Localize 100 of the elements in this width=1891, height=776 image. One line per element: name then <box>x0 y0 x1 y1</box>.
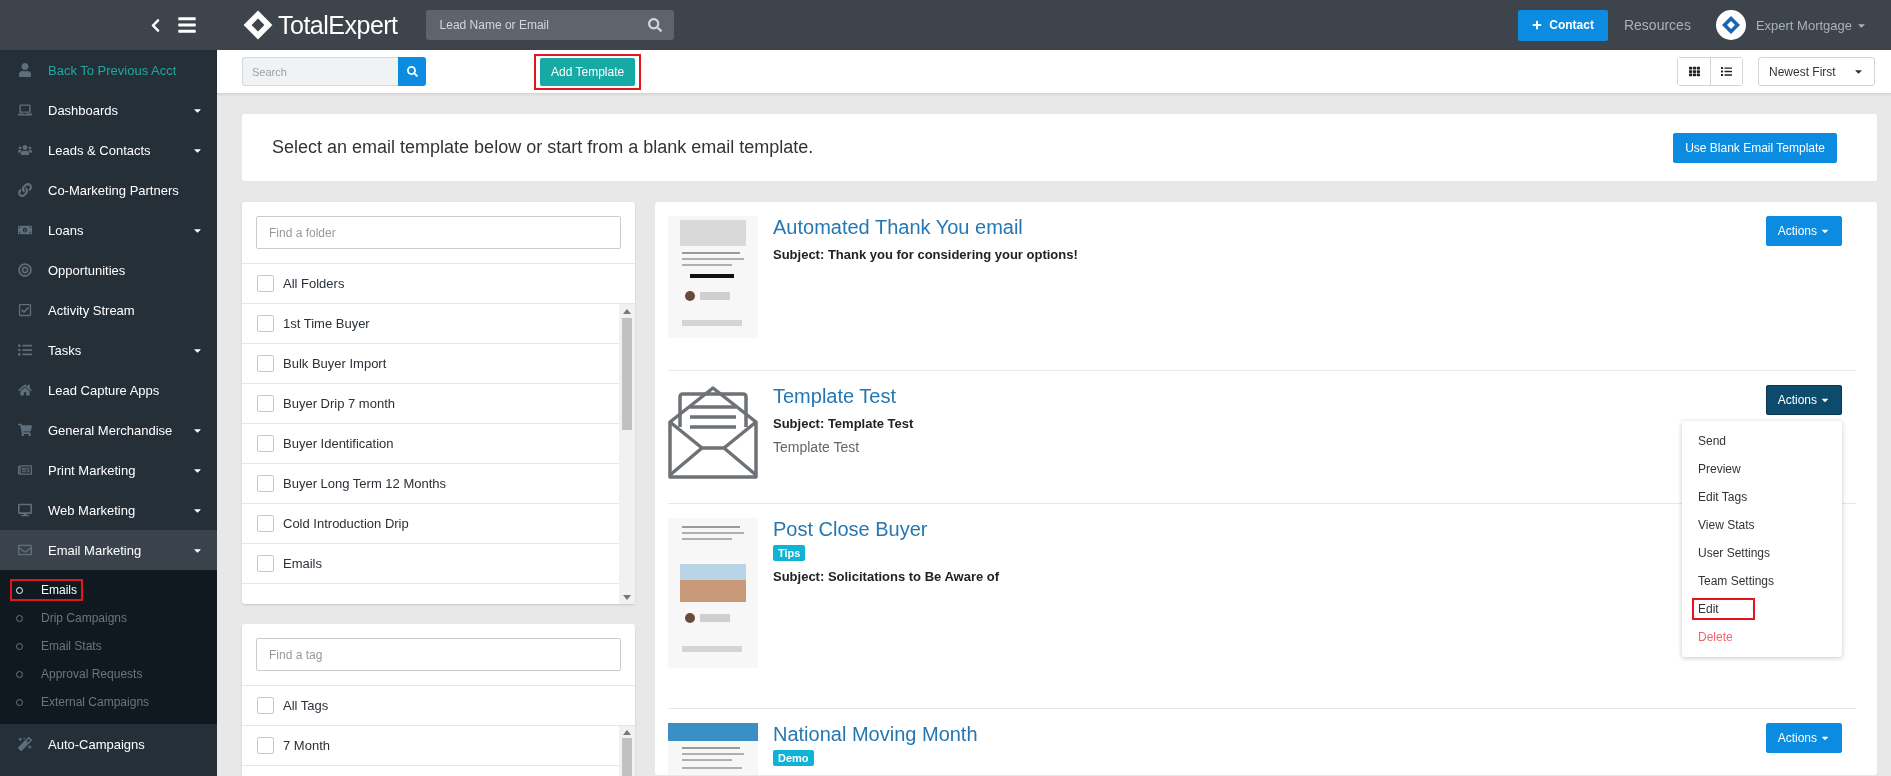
sidebar-item[interactable]: Web Marketing <box>0 490 217 530</box>
sidebar-item[interactable]: Dashboards <box>0 90 217 130</box>
filter-search-field[interactable]: Find a folder <box>256 216 621 249</box>
option-label: Buyer Long Term 12 Months <box>283 476 447 491</box>
folder-option[interactable]: Emails <box>242 544 619 584</box>
option-label: All Tags <box>283 698 329 713</box>
folder-option[interactable]: Buyer Long Term 12 Months <box>242 464 619 504</box>
scroll-down-icon[interactable] <box>623 594 631 600</box>
checkbox[interactable] <box>257 515 274 532</box>
menu-item[interactable]: View Stats <box>1698 518 1755 532</box>
actions-button[interactable]: Actions <box>1765 723 1842 753</box>
template-subject: Subject: Solicitations to Be Aware of <box>773 569 1000 584</box>
tag-label: Tips <box>773 545 806 561</box>
folder-option[interactable]: Buyer Identification <box>242 424 619 464</box>
option-label: 1st Time Buyer <box>283 316 370 331</box>
template-description: Template Test <box>773 439 860 455</box>
checkbox[interactable] <box>257 395 274 412</box>
sidebar-item[interactable]: Tasks <box>0 330 217 370</box>
resources-link[interactable]: Resources <box>1623 17 1691 33</box>
diamond-logo-icon <box>242 9 274 41</box>
menu-item[interactable]: Send <box>1698 434 1727 448</box>
account-menu[interactable]: Expert Mortgage <box>1755 17 1867 33</box>
option-label: 7 Month <box>283 738 330 753</box>
checkbox[interactable] <box>257 555 274 572</box>
scrollbar-thumb[interactable] <box>622 318 632 430</box>
back-link[interactable]: Back To Previous Acct <box>0 50 217 90</box>
sidebar-item[interactable]: Lead Capture Apps <box>0 370 217 410</box>
diamond-logo-icon <box>1720 15 1741 35</box>
contact-button[interactable]: Contact <box>1518 9 1608 41</box>
option-label: Buyer Drip 7 month <box>283 396 395 411</box>
account-avatar[interactable] <box>1715 10 1746 40</box>
laptop-icon <box>18 103 32 117</box>
scroll-up-icon[interactable] <box>623 729 631 735</box>
menu-item[interactable]: Edit Tags <box>1698 490 1748 504</box>
folder-option[interactable]: 1st Time Buyer <box>242 304 619 344</box>
sidebar-item[interactable]: Print Marketing <box>0 450 217 490</box>
checkbox[interactable] <box>257 697 274 714</box>
scroll-up-icon[interactable] <box>623 308 631 314</box>
search-field[interactable]: Search <box>242 57 398 86</box>
newspaper-icon <box>18 463 32 477</box>
template-subject: Subject: Template Test <box>773 416 914 431</box>
target-icon <box>18 263 32 277</box>
list-icon <box>1721 66 1732 77</box>
scrollbar[interactable] <box>619 304 635 604</box>
grid-icon <box>1688 66 1700 77</box>
template-title[interactable]: Post Close Buyer <box>773 518 928 541</box>
checkbox[interactable] <box>257 475 274 492</box>
sidebar-item[interactable]: Opportunities <box>0 250 217 290</box>
sort-dropdown[interactable]: Newest First <box>1758 57 1875 86</box>
template-subject: Subject: Thank you for considering your options! <box>773 247 1078 262</box>
submenu-item[interactable]: Email Stats <box>16 639 102 653</box>
option-label: Bulk Buyer Import <box>283 356 387 371</box>
blank-template-button[interactable]: Use Blank Email Template <box>1673 132 1837 163</box>
folder-option[interactable]: Cold Introduction Drip <box>242 504 619 544</box>
checkbox[interactable] <box>257 737 274 754</box>
sidebar-item[interactable]: General Merchandise <box>0 410 217 450</box>
global-search-field[interactable]: Lead Name or Email <box>425 10 674 40</box>
search-icon <box>406 66 418 77</box>
option-label: Buyer Identification <box>283 436 394 451</box>
folder-option[interactable]: All Tags <box>242 686 635 726</box>
menu-item[interactable]: Edit <box>1698 602 1749 616</box>
submenu-item[interactable]: Emails <box>16 583 77 597</box>
actions-button[interactable]: Actions <box>1765 216 1842 246</box>
template-title[interactable]: Automated Thank You email <box>773 216 1023 239</box>
submenu-item[interactable]: Approval Requests <box>16 667 143 681</box>
folder-option[interactable]: Bulk Buyer Import <box>242 344 619 384</box>
sidebar-item[interactable]: Email Marketing <box>0 530 217 570</box>
person-icon <box>18 63 32 77</box>
sidebar-item[interactable]: Loans <box>0 210 217 250</box>
search-button[interactable] <box>398 57 426 86</box>
sidebar-item[interactable]: Auto-Campaigns <box>0 724 217 764</box>
submenu-item[interactable]: Drip Campaigns <box>16 611 128 625</box>
menu-item[interactable]: Team Settings <box>1698 574 1775 588</box>
list-view-button[interactable] <box>1710 58 1742 85</box>
filter-search-field[interactable]: Find a tag <box>256 638 621 671</box>
checkbox[interactable] <box>257 315 274 332</box>
template-title[interactable]: National Moving Month <box>773 723 978 746</box>
search-icon[interactable] <box>647 18 662 32</box>
option-label: All Folders <box>283 276 345 291</box>
actions-button[interactable]: Actions <box>1765 385 1842 415</box>
checkbox[interactable] <box>257 435 274 452</box>
folder-option[interactable]: All Folders <box>242 264 635 304</box>
sidebar-item[interactable]: Activity Stream <box>0 290 217 330</box>
cart-icon <box>18 423 32 437</box>
menu-item[interactable]: User Settings <box>1698 546 1771 560</box>
checkbox[interactable] <box>257 275 274 292</box>
menu-item[interactable]: Preview <box>1698 462 1741 476</box>
list-icon <box>18 343 32 357</box>
people-icon <box>18 143 32 157</box>
submenu-item[interactable]: External Campaigns <box>16 695 150 709</box>
checkbox[interactable] <box>257 355 274 372</box>
template-title[interactable]: Template Test <box>773 385 897 408</box>
banknote-icon <box>18 223 32 237</box>
folder-option[interactable]: 7 Month <box>242 726 619 766</box>
folder-option[interactable]: Buyer Drip 7 month <box>242 384 619 424</box>
sidebar-item[interactable]: Co-Marketing Partners <box>0 170 217 210</box>
monitor-icon <box>18 503 32 517</box>
link-icon <box>18 183 32 197</box>
menu-icon[interactable] <box>177 15 197 35</box>
sidebar-item[interactable]: Leads & Contacts <box>0 130 217 170</box>
